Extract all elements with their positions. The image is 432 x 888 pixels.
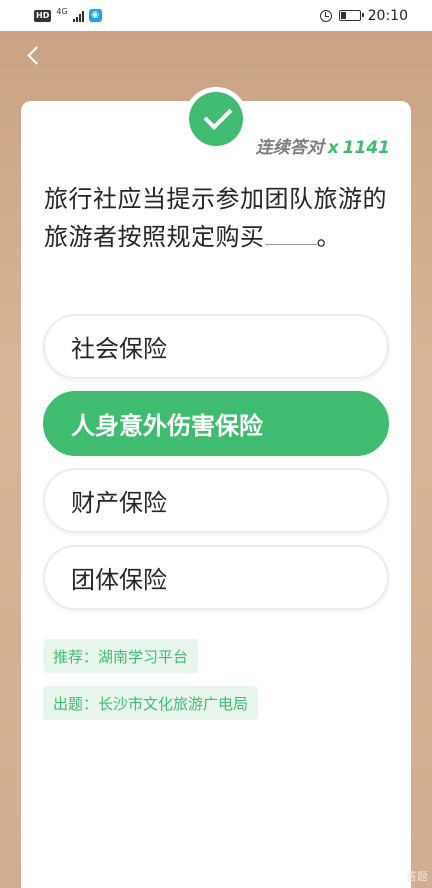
network-type-label: 4G [56, 6, 68, 16]
clock: 20:10 [367, 7, 408, 24]
option-label: 财产保险 [71, 489, 167, 517]
status-bar-right: 20:10 [319, 7, 408, 24]
option-label: 人身意外伤害保险 [71, 412, 263, 440]
option-label: 社会保险 [71, 335, 167, 363]
corner-watermark-text: 答题 [406, 870, 428, 883]
streak-label: 连续答对 [255, 138, 324, 158]
question-text: 旅行社应当提示参加团队旅游的旅游者按照规定购买。 [44, 180, 394, 256]
option-3[interactable]: 财产保险 [43, 468, 389, 533]
option-1[interactable]: 社会保险 [43, 314, 389, 379]
checkmark-icon [189, 92, 243, 146]
battery-level [340, 12, 347, 19]
recommend-tag: 推荐：湖南学习平台 [43, 639, 199, 673]
question-text-after: 。 [316, 223, 341, 251]
battery-icon [338, 10, 364, 21]
streak-counter: 连续答对 x 1141 [256, 133, 390, 158]
app-notification-icon: ◉ [88, 9, 102, 22]
source-tag: 出题：长沙市文化旅游广电局 [43, 686, 259, 720]
streak-count: 1141 [342, 138, 390, 158]
option-label: 团体保险 [71, 566, 167, 594]
status-bar: HD 4G ◉ 20:10 [0, 0, 432, 31]
back-button[interactable] [24, 46, 46, 68]
option-2-selected[interactable]: 人身意外伤害保险 [43, 391, 389, 456]
streak-multiplier: x [327, 138, 339, 158]
hd-icon: HD [34, 9, 52, 22]
status-bar-left: HD 4G ◉ [34, 6, 102, 22]
alarm-icon [319, 9, 332, 22]
answer-blank [264, 221, 317, 245]
signal-icon [72, 10, 84, 22]
option-4[interactable]: 团体保险 [43, 545, 389, 610]
